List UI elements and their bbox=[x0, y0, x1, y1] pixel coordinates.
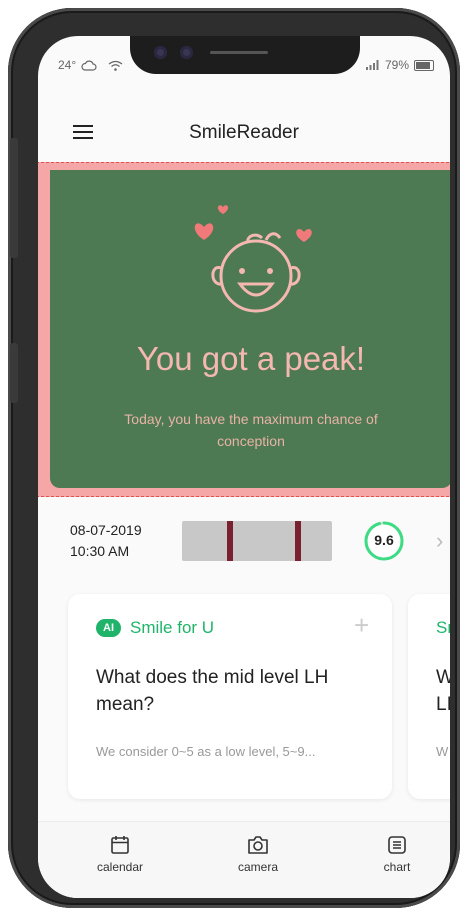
plus-icon[interactable]: + bbox=[354, 610, 369, 641]
signal-icon bbox=[365, 60, 379, 70]
baby-face-icon bbox=[194, 205, 312, 313]
status-right: 79% bbox=[365, 58, 434, 72]
wifi-icon bbox=[108, 60, 123, 71]
card-question: What does the mid level LH mean? bbox=[96, 667, 329, 715]
camera-lens-icon bbox=[154, 46, 167, 59]
result-date: 08-07-2019 bbox=[70, 522, 142, 538]
battery-percent: 79% bbox=[384, 58, 409, 72]
phone-frame: 24° 79% SmileReader You got a peak! Toda… bbox=[8, 8, 460, 908]
nav-label: camera bbox=[237, 860, 278, 874]
hero-subtitle: Today, you have the maximum chance of co… bbox=[124, 411, 378, 449]
nav-label: calendar bbox=[96, 860, 144, 874]
card-body: W bbox=[436, 744, 449, 759]
result-time: 10:30 AM bbox=[70, 543, 130, 559]
volume-button bbox=[10, 138, 18, 258]
speaker-grill bbox=[210, 51, 268, 54]
hero-banner: You got a peak! Today, you have the maxi… bbox=[50, 170, 450, 488]
hero-title: You got a peak! bbox=[136, 340, 366, 377]
app-title: SmileReader bbox=[189, 122, 299, 143]
chevron-right-icon[interactable]: › bbox=[436, 528, 443, 554]
nav-label: chart bbox=[383, 860, 411, 874]
nav-chart[interactable]: chart bbox=[352, 834, 442, 874]
card-brand: Sr bbox=[436, 618, 450, 637]
article-card[interactable]: Sr W LI W bbox=[408, 594, 450, 799]
temperature: 24° bbox=[58, 58, 77, 72]
notch bbox=[130, 36, 360, 74]
ai-badge: AI bbox=[96, 619, 121, 637]
power-button bbox=[10, 343, 18, 403]
status-left: 24° bbox=[58, 58, 123, 72]
list-icon bbox=[388, 836, 406, 854]
camera-lens-icon bbox=[180, 46, 193, 59]
camera-icon bbox=[248, 836, 268, 854]
card-question: W LI bbox=[436, 667, 450, 715]
result-datetime: 08-07-2019 10:30 AM bbox=[70, 520, 142, 562]
nav-camera[interactable]: camera bbox=[213, 834, 303, 874]
phone-screen: 24° 79% SmileReader You got a peak! Toda… bbox=[38, 36, 450, 898]
battery-icon bbox=[414, 59, 434, 71]
bottom-nav: calendar camera chart bbox=[38, 821, 450, 898]
article-card[interactable]: AI Smile for U + What does the mid level… bbox=[68, 594, 392, 799]
test-strip-image bbox=[182, 521, 332, 561]
calendar-icon bbox=[111, 836, 129, 854]
nav-calendar[interactable]: calendar bbox=[75, 834, 165, 874]
card-body: We consider 0~5 as a low level, 5~9... bbox=[96, 744, 316, 759]
score-wrapper: 9.6 bbox=[363, 520, 405, 562]
cloud-icon bbox=[81, 60, 97, 71]
test-result-row[interactable]: 08-07-2019 10:30 AM 9.6 › bbox=[38, 516, 450, 580]
app-bar: SmileReader bbox=[38, 116, 450, 152]
card-brand: Smile for U bbox=[130, 618, 215, 637]
score-value: 9.6 bbox=[374, 532, 394, 548]
